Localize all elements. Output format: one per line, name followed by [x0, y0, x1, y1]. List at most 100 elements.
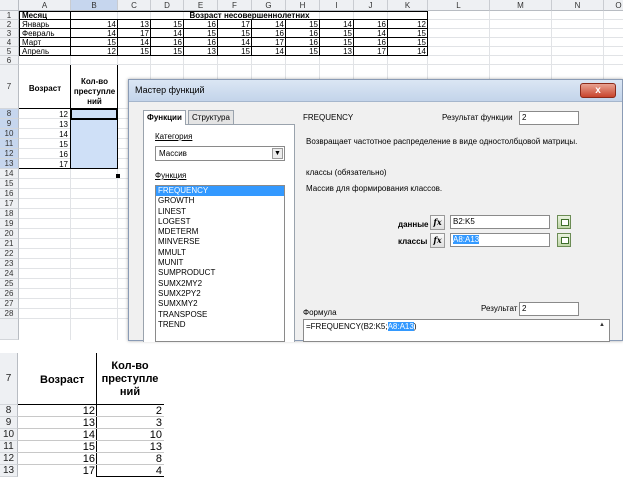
row-header-19[interactable]: 19 — [0, 219, 19, 229]
fx-button-arg2[interactable]: fx — [430, 233, 445, 248]
arg2-input[interactable]: A8:A13 — [450, 233, 550, 247]
shrink-icon[interactable] — [557, 215, 571, 229]
list-item[interactable]: MDETERM — [156, 227, 284, 237]
result-field: 2 — [519, 302, 579, 316]
category-select[interactable]: Массив ▼ — [155, 146, 285, 161]
dialog-titlebar[interactable]: Мастер функций x — [129, 80, 622, 102]
formula-selected-range: A8:A13 — [387, 322, 414, 331]
list-item[interactable]: SUMXMY2 — [156, 299, 284, 309]
function-label: Функция — [155, 171, 187, 180]
select-all-corner[interactable] — [0, 0, 19, 11]
tab-functions[interactable]: Функции — [143, 110, 186, 125]
cell-value[interactable]: 15 — [286, 47, 320, 56]
list-item[interactable]: SUMX2PY2 — [156, 289, 284, 299]
cell-value[interactable]: 15 — [118, 47, 151, 56]
row-header-18[interactable]: 18 — [0, 209, 19, 219]
fx-button-arg1[interactable]: fx — [430, 215, 445, 230]
cell-age[interactable]: 13 — [20, 120, 70, 129]
scroll-up-icon[interactable]: ▲ — [596, 320, 608, 330]
column-header-o[interactable]: O — [604, 0, 623, 11]
row-header-20[interactable]: 20 — [0, 229, 19, 239]
cell-a7[interactable]: Возраст — [20, 84, 70, 93]
cell-age[interactable]: 12 — [20, 110, 70, 119]
row-header-4[interactable]: 4 — [0, 38, 19, 47]
row-header-6[interactable]: 6 — [0, 56, 19, 65]
row-header-17[interactable]: 17 — [0, 199, 19, 209]
row-header-11[interactable]: 11 — [0, 139, 19, 149]
row-header-24[interactable]: 24 — [0, 269, 19, 279]
cell-value[interactable]: 13 — [184, 47, 218, 56]
row-header-22[interactable]: 22 — [0, 249, 19, 259]
chevron-down-icon[interactable]: ▼ — [272, 148, 283, 159]
column-header-d[interactable]: D — [151, 0, 184, 11]
row-header-8[interactable]: 8 — [0, 109, 19, 119]
row-header-9[interactable]: 9 — [0, 119, 19, 129]
list-item[interactable]: TRANSPOSE — [156, 310, 284, 320]
row-header-7[interactable]: 7 — [0, 65, 19, 109]
cell-value[interactable]: 12 — [71, 47, 118, 56]
cell-value[interactable]: 14 — [388, 47, 428, 56]
cell-value[interactable]: 15 — [218, 47, 252, 56]
list-item[interactable]: GROWTH — [156, 196, 284, 206]
formula-editor[interactable]: =FREQUENCY(B2:K5;A8:A13) — [303, 319, 610, 342]
column-header-b[interactable]: B — [71, 0, 118, 11]
column-header-j[interactable]: J — [354, 0, 388, 11]
column-header-m[interactable]: M — [490, 0, 552, 11]
column-header-a[interactable]: A — [19, 0, 71, 11]
row-header-21[interactable]: 21 — [0, 239, 19, 249]
cell-value[interactable]: 14 — [252, 47, 286, 56]
function-list[interactable]: FREQUENCY GROWTH LINEST LOGEST MDETERM M… — [155, 185, 285, 342]
list-item[interactable]: FREQUENCY — [156, 186, 284, 197]
cell-value[interactable]: 13 — [320, 47, 354, 56]
row-header-2[interactable]: 2 — [0, 20, 19, 29]
row-header-27[interactable]: 27 — [0, 299, 19, 309]
row-header-26[interactable]: 26 — [0, 289, 19, 299]
close-button[interactable]: x — [580, 83, 616, 98]
list-item[interactable]: MUNIT — [156, 258, 284, 268]
column-header-e[interactable]: E — [184, 0, 218, 11]
cell-age[interactable]: 14 — [20, 130, 70, 139]
row-header-12[interactable]: 12 — [0, 149, 19, 159]
row-header-1[interactable]: 1 — [0, 11, 19, 20]
column-header-i[interactable]: I — [320, 0, 354, 11]
column-header-c[interactable]: C — [118, 0, 151, 11]
list-item[interactable]: MMULT — [156, 248, 284, 258]
function-result-field: 2 — [519, 111, 579, 125]
cell-age[interactable]: 15 — [20, 140, 70, 149]
row-header-28[interactable]: 28 — [0, 309, 19, 319]
function-name: FREQUENCY — [303, 113, 354, 122]
row-header-3[interactable]: 3 — [0, 29, 19, 38]
list-item[interactable]: TREND — [156, 320, 284, 330]
list-item[interactable]: LINEST — [156, 207, 284, 217]
row-header-10[interactable]: 10 — [0, 129, 19, 139]
column-header-k[interactable]: K — [388, 0, 428, 11]
shrink-icon[interactable] — [557, 233, 571, 247]
column-header-n[interactable]: N — [552, 0, 604, 11]
row-header-13[interactable]: 13 — [0, 159, 19, 169]
column-header-f[interactable]: F — [218, 0, 252, 11]
list-item[interactable]: MINVERSE — [156, 237, 284, 247]
row-header-25[interactable]: 25 — [0, 279, 19, 289]
cell-a5[interactable]: Апрель — [20, 47, 70, 56]
row-header-16[interactable]: 16 — [0, 189, 19, 199]
cell-value[interactable]: 15 — [151, 47, 184, 56]
column-header-g[interactable]: G — [252, 0, 286, 11]
row-header-5[interactable]: 5 — [0, 47, 19, 56]
list-item[interactable]: LOGEST — [156, 217, 284, 227]
column-header-l[interactable]: L — [428, 0, 490, 11]
cell-age[interactable]: 16 — [20, 150, 70, 159]
row-header-15[interactable]: 15 — [0, 179, 19, 189]
cell-value[interactable]: 17 — [354, 47, 388, 56]
list-item[interactable]: SUMPRODUCT — [156, 268, 284, 278]
row-header-14[interactable]: 14 — [0, 169, 19, 179]
tab-structure[interactable]: Структура — [188, 110, 234, 124]
row-header-filler — [0, 319, 19, 340]
column-header-h[interactable]: H — [286, 0, 320, 11]
list-item[interactable]: SUMX2MY2 — [156, 279, 284, 289]
cell-b7[interactable]: Кол-во преступле ний — [71, 77, 118, 107]
arg1-input[interactable]: B2:K5 — [450, 215, 550, 229]
dialog-title: Мастер функций — [135, 85, 205, 95]
fill-handle[interactable] — [116, 174, 120, 178]
row-header-23[interactable]: 23 — [0, 259, 19, 269]
active-cell-b8[interactable] — [70, 108, 118, 120]
